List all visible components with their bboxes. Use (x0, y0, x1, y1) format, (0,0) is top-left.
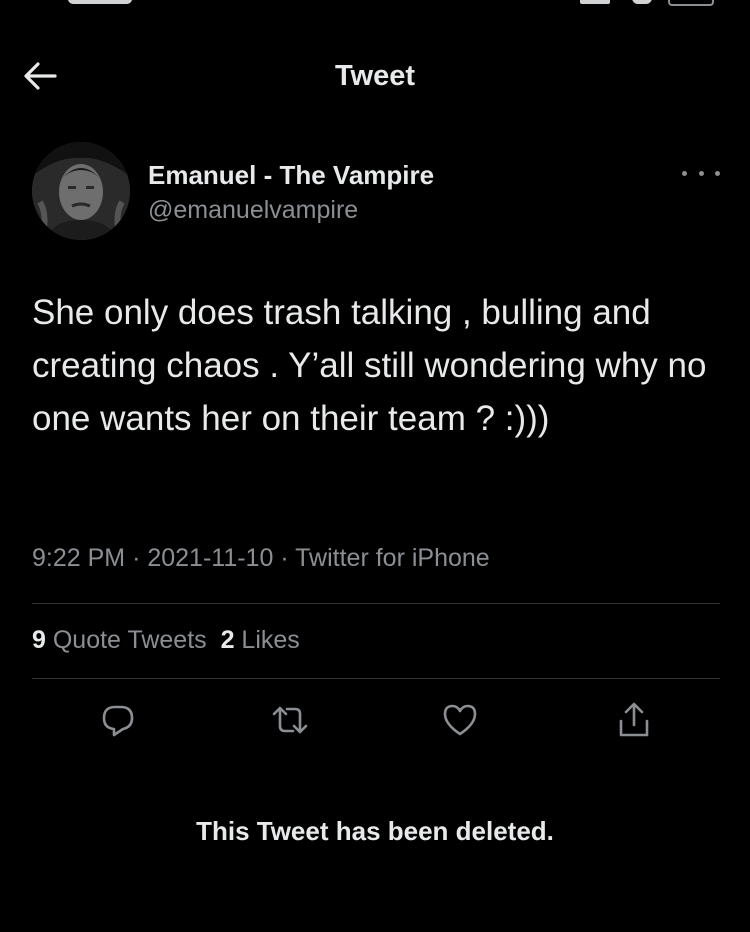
likes-label: Likes (241, 626, 300, 654)
battery-icon (668, 0, 714, 6)
meta-separator: · (132, 544, 141, 572)
tweet-stats: 9 Quote Tweets 2 Likes (32, 626, 300, 655)
share-icon (619, 702, 649, 737)
signal-icon (580, 0, 610, 4)
wifi-icon (632, 0, 652, 4)
more-dot-icon (682, 170, 687, 176)
quote-tweets-label: Quote Tweets (52, 626, 207, 654)
likes-count: 2 (220, 626, 235, 654)
retweet-icon (272, 706, 308, 734)
avatar-image (32, 142, 130, 240)
heart-icon (443, 704, 477, 736)
tweet-source[interactable]: Twitter for iPhone (295, 544, 490, 572)
tweet-text: She only does trash talking , bulling an… (32, 293, 707, 438)
more-dot-icon (715, 170, 720, 176)
divider (32, 603, 720, 604)
retweet-button[interactable] (268, 698, 312, 742)
reply-icon (102, 705, 134, 737)
top-bar: Tweet (0, 50, 750, 104)
author-handle[interactable]: @emanuelvampire (148, 196, 358, 225)
author-display-name[interactable]: Emanuel - The Vampire (148, 160, 434, 191)
meta-separator: · (280, 544, 289, 572)
deleted-tweet-notice: This Tweet has been deleted. (196, 816, 554, 846)
quote-tweets-stat[interactable]: 9 Quote Tweets (32, 626, 207, 654)
avatar[interactable] (32, 142, 130, 240)
more-dot-icon (698, 170, 704, 176)
tweet-date[interactable]: 2021-11-10 (147, 544, 273, 572)
action-bar (0, 698, 750, 742)
status-time-fragment (68, 0, 132, 4)
quote-tweets-count: 9 (32, 626, 46, 654)
reply-button[interactable] (96, 698, 140, 742)
likes-stat[interactable]: 2 Likes (221, 626, 300, 654)
more-options-button[interactable] (682, 166, 720, 180)
tweet-meta: 9:22 PM · 2021-11-10 · Twitter for iPhon… (32, 544, 490, 573)
like-button[interactable] (438, 698, 482, 742)
tweet-time[interactable]: 9:22 PM (32, 544, 125, 572)
status-bar (0, 0, 750, 10)
divider (32, 678, 720, 679)
page-title: Tweet (334, 60, 416, 92)
share-button[interactable] (612, 698, 656, 742)
